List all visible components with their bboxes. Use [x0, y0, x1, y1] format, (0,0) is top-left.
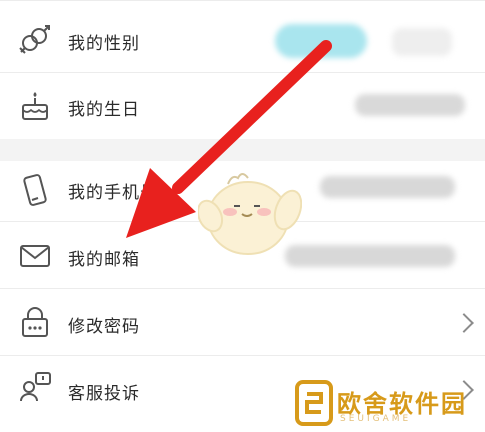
watermark-logo: 欧舍软件园 SEUIGAME — [295, 372, 480, 432]
annotation-arrow — [126, 40, 332, 238]
watermark-subtext: SEUIGAME — [340, 414, 412, 424]
